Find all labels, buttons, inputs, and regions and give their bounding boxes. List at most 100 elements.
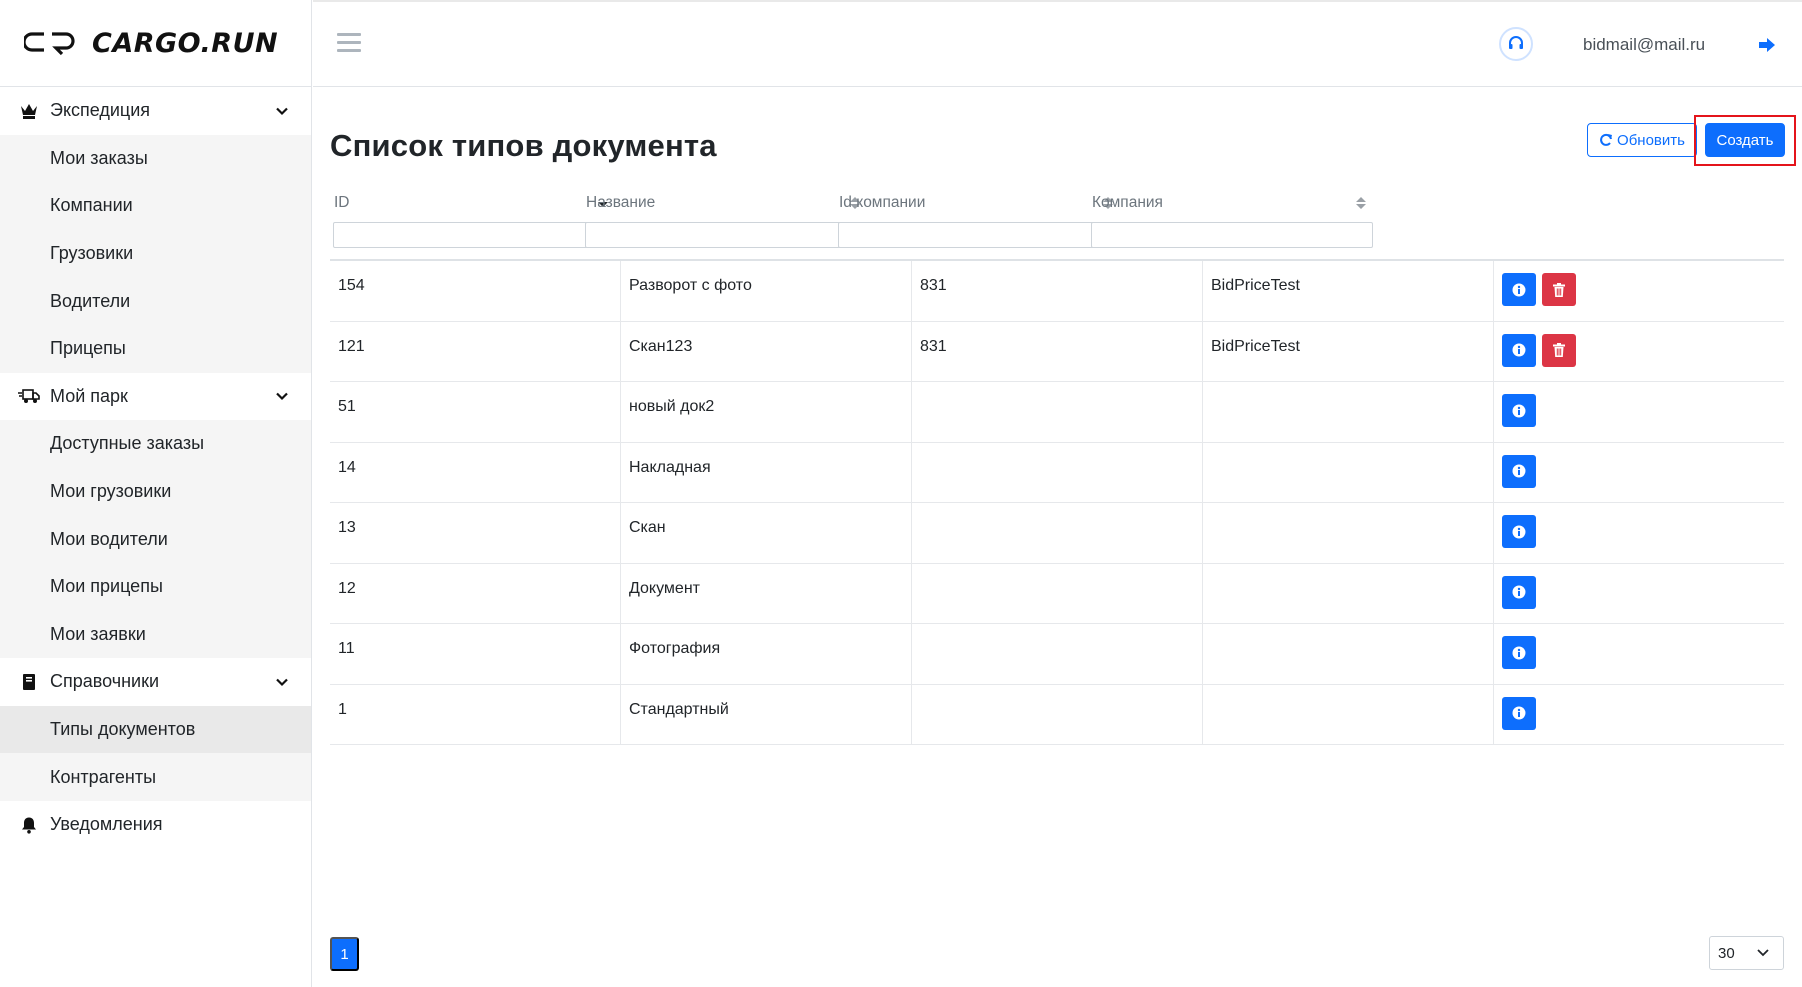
sidebar-item-my-trailers[interactable]: Мои прицепы <box>0 562 311 611</box>
table-row[interactable]: 14 Накладная <box>330 442 1784 503</box>
main-content: Список типов документа Обновить Создать … <box>313 88 1802 987</box>
support-headset-icon[interactable] <box>1499 27 1533 61</box>
filter-input-name[interactable] <box>585 222 867 248</box>
sidebar-item-trucks[interactable]: Грузовики <box>0 229 311 278</box>
info-button[interactable] <box>1502 394 1536 427</box>
table-row[interactable]: 1 Стандартный <box>330 684 1784 745</box>
sidebar-item-my-drivers[interactable]: Мои водители <box>0 515 311 563</box>
pagination-page-1[interactable]: 1 <box>330 937 359 971</box>
cell-actions <box>1493 261 1784 321</box>
info-button[interactable] <box>1502 575 1536 609</box>
sidebar-item-label: Грузовики <box>50 243 134 264</box>
cell-company-id: 831 <box>911 321 1202 381</box>
sidebar-item-available-orders[interactable]: Доступные заказы <box>0 420 311 468</box>
cell-company <box>1202 442 1493 502</box>
sidebar-item-my-requests[interactable]: Мои заявки <box>0 610 311 659</box>
refresh-button[interactable]: Обновить <box>1587 123 1697 157</box>
sidebar-item-companies[interactable]: Компании <box>0 182 311 230</box>
info-icon <box>1512 646 1526 659</box>
brand-logo[interactable]: CARGO.RUN <box>0 0 311 87</box>
table-row[interactable]: 154 Разворот с фото 831 BidPriceTest <box>330 261 1784 322</box>
sidebar-item-label: Контрагенты <box>50 766 157 787</box>
table-row[interactable]: 121 Скан123 831 BidPriceTest <box>330 321 1784 382</box>
cell-id: 1 <box>338 700 347 718</box>
cargo-logo-icon <box>24 32 75 56</box>
refresh-icon <box>1600 133 1613 146</box>
info-button[interactable] <box>1502 273 1536 306</box>
page-size-select[interactable]: 30 <box>1709 936 1784 970</box>
sidebar-item-label: Мои грузовики <box>50 481 172 502</box>
cell-actions <box>1493 503 1784 563</box>
crown-icon <box>18 100 40 122</box>
info-button[interactable] <box>1502 454 1536 488</box>
sidebar-item-label: Доступные заказы <box>50 433 205 454</box>
filter-input-id[interactable] <box>333 222 615 248</box>
sidebar-item-references[interactable]: Справочники <box>0 658 311 706</box>
cell-company <box>1202 684 1493 744</box>
chevron-down-icon <box>276 107 288 115</box>
sidebar-item-counterparties[interactable]: Контрагенты <box>0 753 311 801</box>
info-icon <box>1512 706 1526 720</box>
sidebar-item-label: Мои прицепы <box>50 576 163 597</box>
cell-name: Фотография <box>620 624 911 684</box>
cell-company: BidPriceTest <box>1202 321 1493 381</box>
table-row[interactable]: 12 Документ <box>330 563 1784 624</box>
info-button[interactable] <box>1502 515 1536 548</box>
logout-icon[interactable] <box>1757 35 1777 55</box>
info-icon <box>1512 404 1526 417</box>
cell-name: Стандартный <box>620 684 911 744</box>
cell-company-id <box>911 624 1202 684</box>
table-row[interactable]: 51 новый док2 <box>330 382 1784 443</box>
info-icon <box>1512 525 1526 538</box>
sidebar-item-label: Мои заявки <box>50 623 146 644</box>
cell-company <box>1202 624 1493 684</box>
sidebar-item-label: Мои заказы <box>50 147 148 168</box>
table-row[interactable]: 11 Фотография <box>330 624 1784 685</box>
cell-company-id <box>911 684 1202 744</box>
chevron-down-icon <box>276 678 288 686</box>
filter-input-company-id[interactable] <box>838 222 1120 248</box>
delete-button[interactable] <box>1542 273 1576 306</box>
cell-company <box>1202 563 1493 623</box>
info-button[interactable] <box>1502 636 1536 669</box>
cell-id: 121 <box>338 337 365 355</box>
info-icon <box>1512 585 1526 599</box>
page-title: Список типов документа <box>330 128 717 163</box>
sidebar-item-expedition[interactable]: Экспедиция <box>0 87 311 135</box>
cell-company <box>1202 503 1493 563</box>
sidebar-item-label: Мой парк <box>50 385 128 406</box>
cell-company-id: 831 <box>911 261 1202 321</box>
sidebar-item-document-types[interactable]: Типы документов <box>0 705 311 754</box>
cell-name: Документ <box>620 563 911 623</box>
sidebar-item-my-orders[interactable]: Мои заказы <box>0 134 311 183</box>
cell-actions <box>1493 321 1784 381</box>
column-label: Id компании <box>839 194 926 211</box>
cell-company-id <box>911 382 1202 442</box>
sort-icon[interactable] <box>1356 196 1366 210</box>
book-icon <box>18 671 40 693</box>
table-header: ID Название Id компании Компания <box>330 194 1784 261</box>
sidebar-item-label: Компании <box>50 195 133 216</box>
user-email[interactable]: bidmail@mail.ru <box>1583 35 1705 55</box>
sidebar-item-my-fleet[interactable]: Мой парк <box>0 373 311 421</box>
sidebar-item-drivers[interactable]: Водители <box>0 277 311 325</box>
page-size-value: 30 <box>1718 944 1735 962</box>
sidebar-item-notifications[interactable]: Уведомления <box>0 801 311 849</box>
cell-actions <box>1493 442 1784 502</box>
refresh-label: Обновить <box>1617 131 1685 149</box>
sidebar-item-label: Мои водители <box>50 528 168 549</box>
info-button[interactable] <box>1502 333 1536 367</box>
info-button[interactable] <box>1502 696 1536 730</box>
sidebar-item-trailers[interactable]: Прицепы <box>0 324 311 373</box>
cell-id: 14 <box>338 458 356 476</box>
delete-button[interactable] <box>1542 333 1576 367</box>
filter-input-company[interactable] <box>1091 222 1373 248</box>
create-button[interactable]: Создать <box>1705 123 1785 157</box>
sidebar-item-label: Водители <box>50 290 131 311</box>
table-row[interactable]: 13 Скан <box>330 503 1784 564</box>
document-types-table: ID Название Id компании Компания 154 Разв… <box>330 194 1784 745</box>
cell-name: Скан <box>620 503 911 563</box>
hamburger-menu-icon[interactable] <box>337 33 361 53</box>
sidebar-item-my-trucks[interactable]: Мои грузовики <box>0 467 311 516</box>
column-label: Название <box>586 194 656 211</box>
